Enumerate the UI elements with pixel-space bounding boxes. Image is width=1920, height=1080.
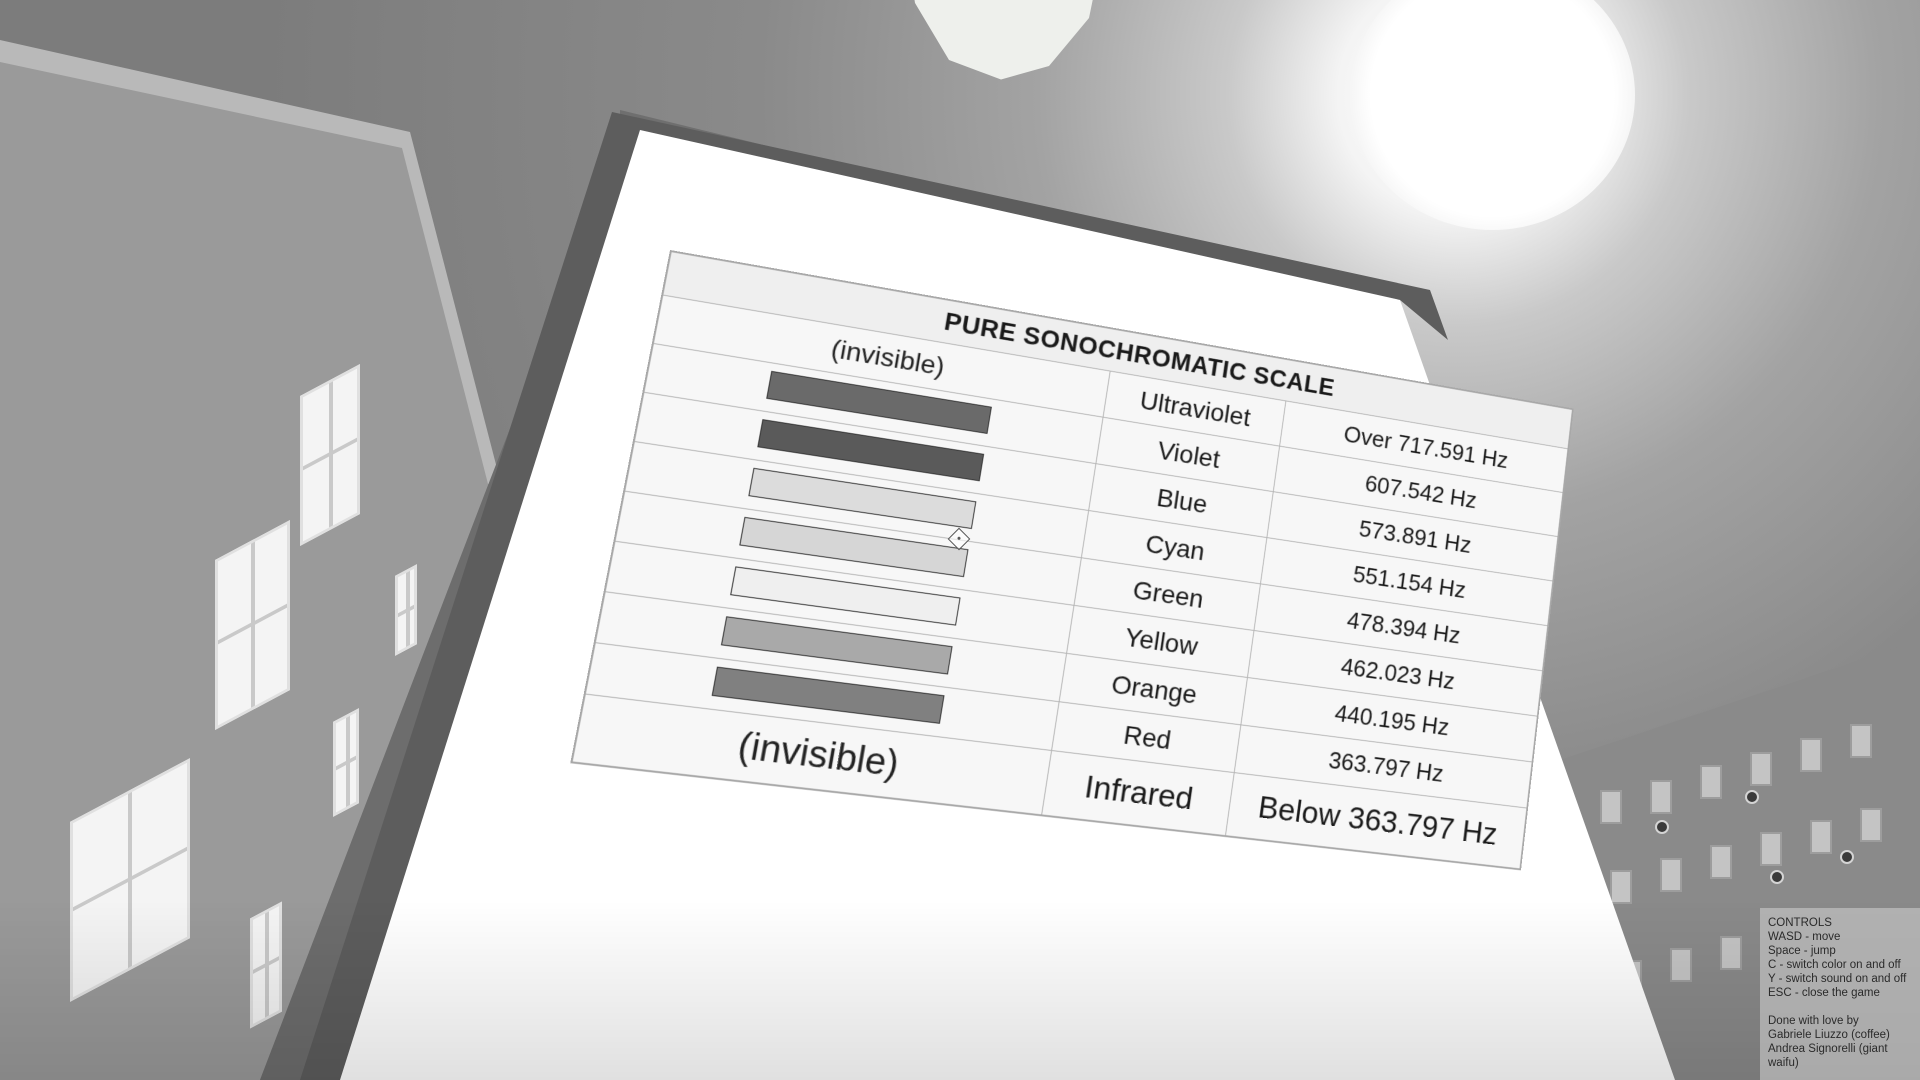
credits-line: waifu) <box>1768 1056 1914 1070</box>
controls-line: ESC - close the game <box>1768 986 1914 1000</box>
building-window <box>333 708 359 817</box>
building-window <box>1600 790 1622 824</box>
controls-line: Y - switch sound on and off <box>1768 972 1914 986</box>
building-window <box>1810 820 1832 854</box>
controls-panel: CONTROLS WASD - move Space - jump C - sw… <box>1760 908 1920 1080</box>
building-window <box>1750 752 1772 786</box>
building-window <box>1860 808 1882 842</box>
controls-line: Space - jump <box>1768 944 1914 958</box>
credits-heading: Done with love by <box>1768 1014 1914 1028</box>
ac-unit <box>1840 850 1854 864</box>
controls-heading: CONTROLS <box>1768 916 1914 930</box>
building-window <box>1850 724 1872 758</box>
building-window <box>395 564 417 656</box>
invisible-label: (invisible) <box>829 334 947 381</box>
ac-unit <box>1770 870 1784 884</box>
credits-line: Gabriele Liuzzo (coffee) <box>1768 1028 1914 1042</box>
building-window <box>1610 870 1632 904</box>
building-window <box>1760 832 1782 866</box>
controls-spacer <box>1768 1000 1914 1014</box>
building-window <box>1650 780 1672 814</box>
credits-line: Andrea Signorelli (giant <box>1768 1042 1914 1056</box>
building-window <box>300 364 360 546</box>
controls-line: C - switch color on and off <box>1768 958 1914 972</box>
ac-unit <box>1745 790 1759 804</box>
building-window <box>1710 845 1732 879</box>
invisible-label: (invisible) <box>735 725 902 785</box>
building-window <box>1660 858 1682 892</box>
ac-unit <box>1655 820 1669 834</box>
building-window <box>1800 738 1822 772</box>
controls-line: WASD - move <box>1768 930 1914 944</box>
game-viewport[interactable]: PURE SONOCHROMATIC SCALE (invisible) Ultr… <box>0 0 1920 1080</box>
building-window <box>1700 765 1722 799</box>
ground-shadow <box>0 900 1920 1080</box>
